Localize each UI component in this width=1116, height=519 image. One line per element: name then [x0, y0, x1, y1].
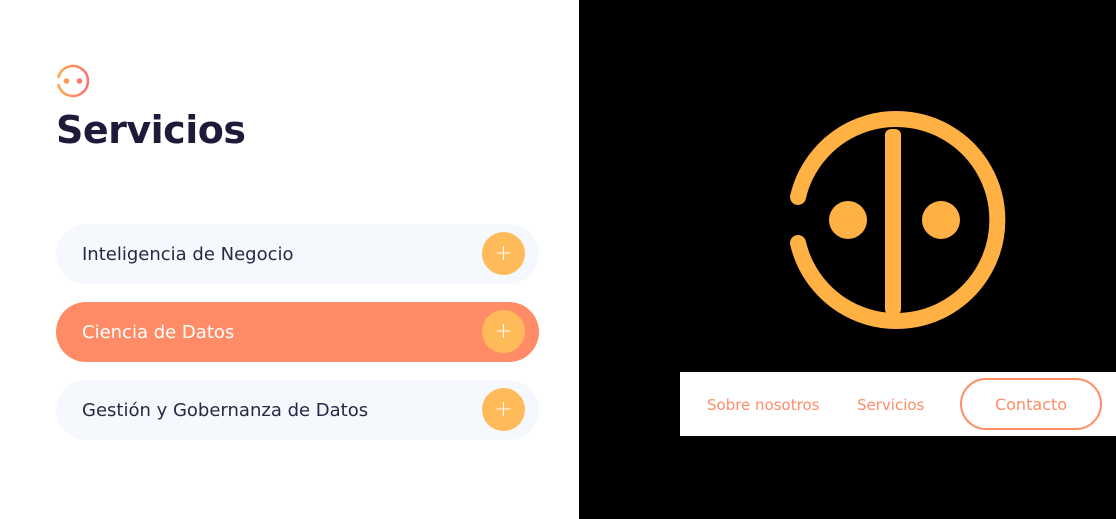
service-item-business-intelligence[interactable]: Inteligencia de Negocio + [56, 224, 539, 284]
nav-link-services[interactable]: Servicios [857, 396, 924, 414]
top-nav: Sobre nosotros Servicios Contacto [680, 372, 1116, 436]
plus-icon[interactable]: + [482, 388, 525, 431]
nav-link-about[interactable]: Sobre nosotros [707, 396, 819, 414]
service-item-data-science[interactable]: Ciencia de Datos + [56, 302, 539, 362]
page-title: Servicios [56, 108, 246, 152]
plus-icon[interactable]: + [482, 310, 525, 353]
services-panel: Servicios Inteligencia de Negocio + Cien… [0, 0, 579, 519]
service-label: Ciencia de Datos [82, 321, 235, 343]
brand-logo-icon [790, 111, 1006, 329]
service-item-data-governance[interactable]: Gestión y Gobernanza de Datos + [56, 380, 539, 440]
service-label: Gestión y Gobernanza de Datos [82, 399, 369, 421]
plus-icon[interactable]: + [482, 232, 525, 275]
service-label: Inteligencia de Negocio [82, 243, 294, 265]
logo-icon [57, 64, 90, 98]
contact-button[interactable]: Contacto [960, 378, 1102, 430]
